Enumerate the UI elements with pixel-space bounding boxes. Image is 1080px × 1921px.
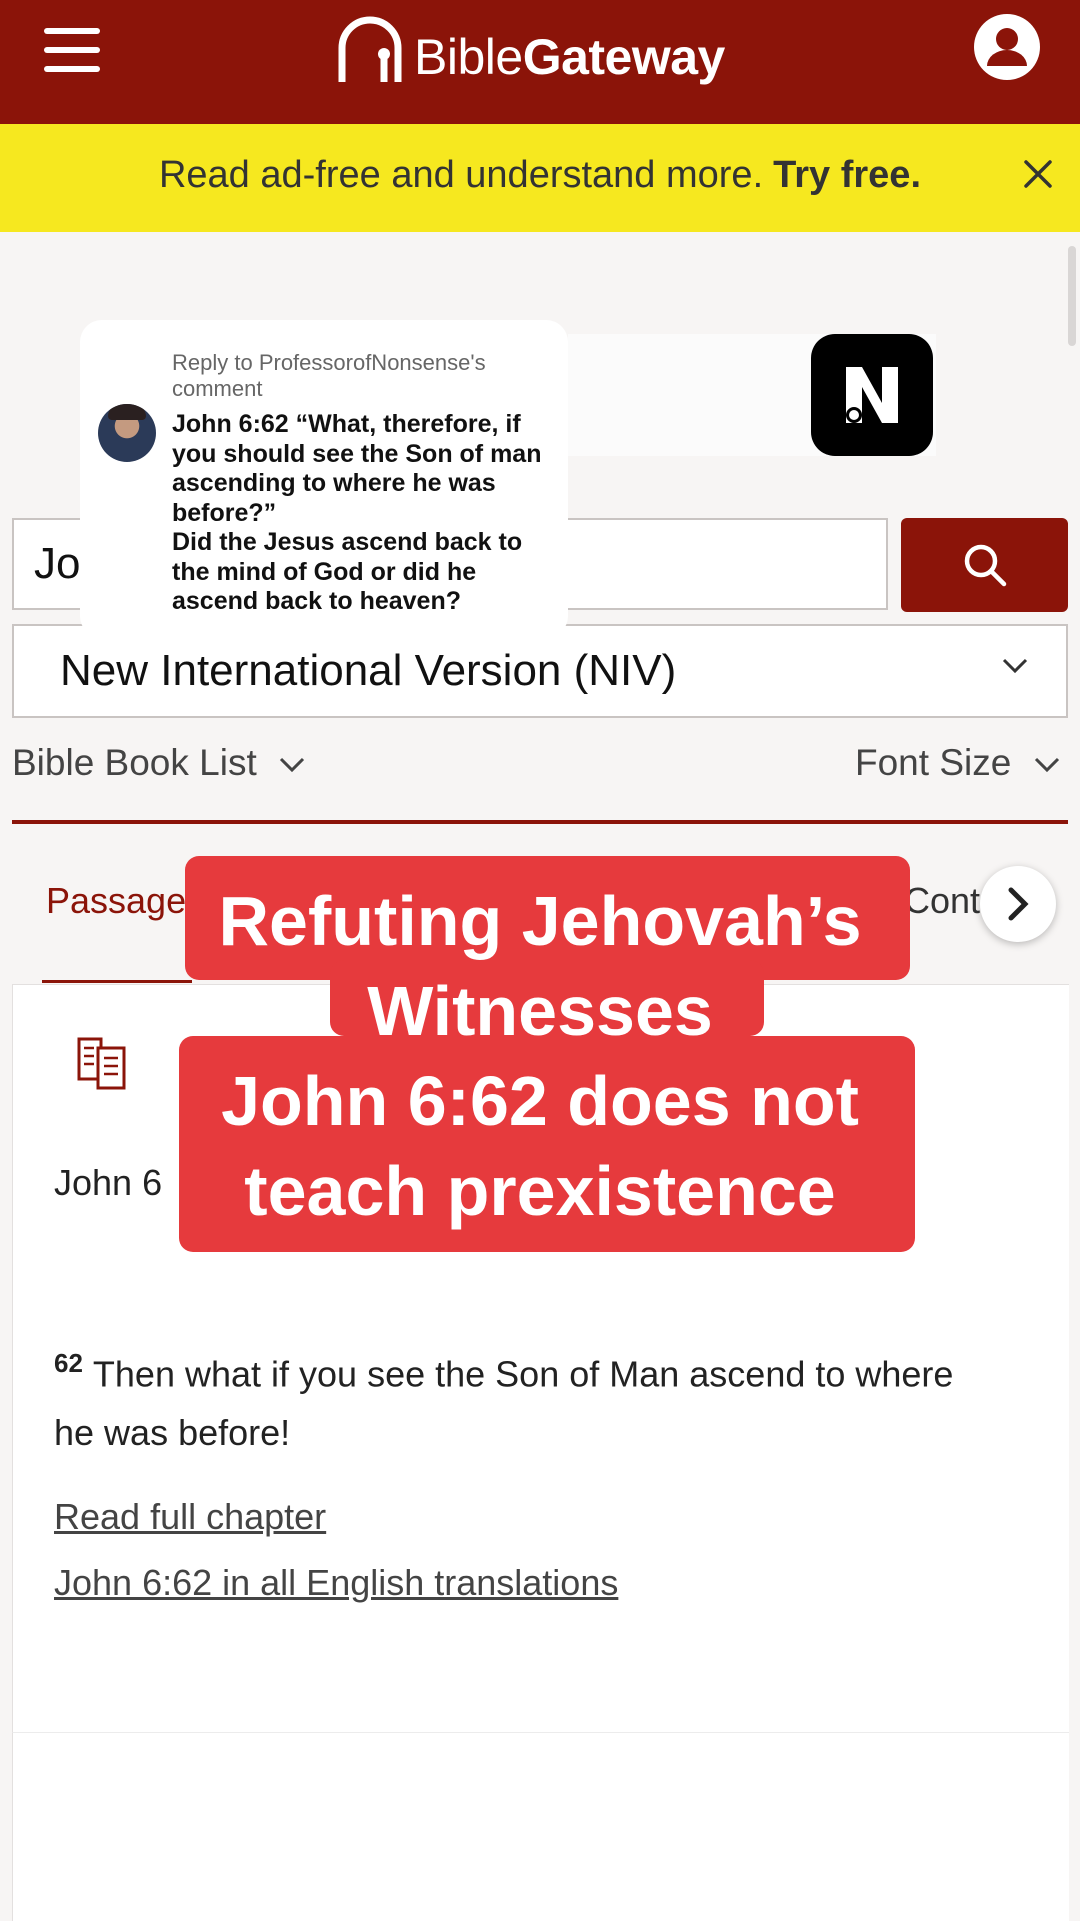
biblegateway-logo-icon (338, 16, 402, 82)
promo-lead: Read ad-free and understand more. (158, 154, 764, 196)
book-list-label: Bible Book List (12, 742, 257, 783)
user-account-icon[interactable] (972, 12, 1042, 82)
promo-message: Read ad-free and understand more. Try fre… (0, 154, 1080, 197)
try-free-link[interactable]: Try free. (773, 154, 921, 196)
caption-line: John 6:62 does not (221, 1062, 859, 1140)
hamburger-menu-icon[interactable] (44, 28, 100, 72)
read-full-chapter-link[interactable]: Read full chapter (54, 1496, 326, 1538)
promo-banner: Read ad-free and understand more. Try fre… (0, 124, 1080, 232)
chevron-down-icon (1002, 658, 1028, 674)
version-selected: New International Version (NIV) (60, 646, 677, 695)
verse-number: 62 (54, 1348, 83, 1378)
divider (12, 820, 1068, 824)
chevron-down-icon (279, 758, 305, 773)
biblegateway-logo[interactable]: BibleGateway (334, 10, 725, 90)
reply-to-label: Reply to ProfessorofNonsense's comment (172, 350, 486, 401)
all-translations-link[interactable]: John 6:62 in all English translations (54, 1562, 618, 1604)
search-icon (964, 544, 1006, 587)
avatar (98, 404, 156, 462)
lower-content-area (12, 1732, 1069, 1921)
caption-line: Witnesses (367, 972, 713, 1050)
font-size-label: Font Size (855, 742, 1012, 783)
chevron-down-icon (1034, 758, 1059, 773)
comment-text: John 6:62 “What, therefore, if you shoul… (172, 410, 542, 615)
font-size-dropdown[interactable]: Font Size (855, 742, 1062, 784)
scrollbar[interactable] (1068, 246, 1076, 346)
search-button[interactable] (901, 518, 1068, 612)
logo-text: BibleGateway (414, 29, 725, 85)
reply-comment-card: Reply to ProfessorofNonsense's comment J… (80, 320, 568, 638)
close-icon[interactable] (1018, 154, 1058, 194)
verse-text: 62 Then what if you see the Son of Man as… (54, 1334, 974, 1462)
caption-line: Refuting Jehovah’s (218, 882, 862, 960)
verse-content: Then what if you see the Son of Man asce… (54, 1353, 954, 1454)
app-badge-icon (811, 334, 933, 456)
app-header: BibleGateway (0, 0, 1080, 124)
version-select[interactable]: New International Version (NIV) (12, 624, 1068, 718)
bible-book-list-dropdown[interactable]: Bible Book List (12, 742, 307, 784)
caption-line: teach prexistence (244, 1152, 836, 1230)
